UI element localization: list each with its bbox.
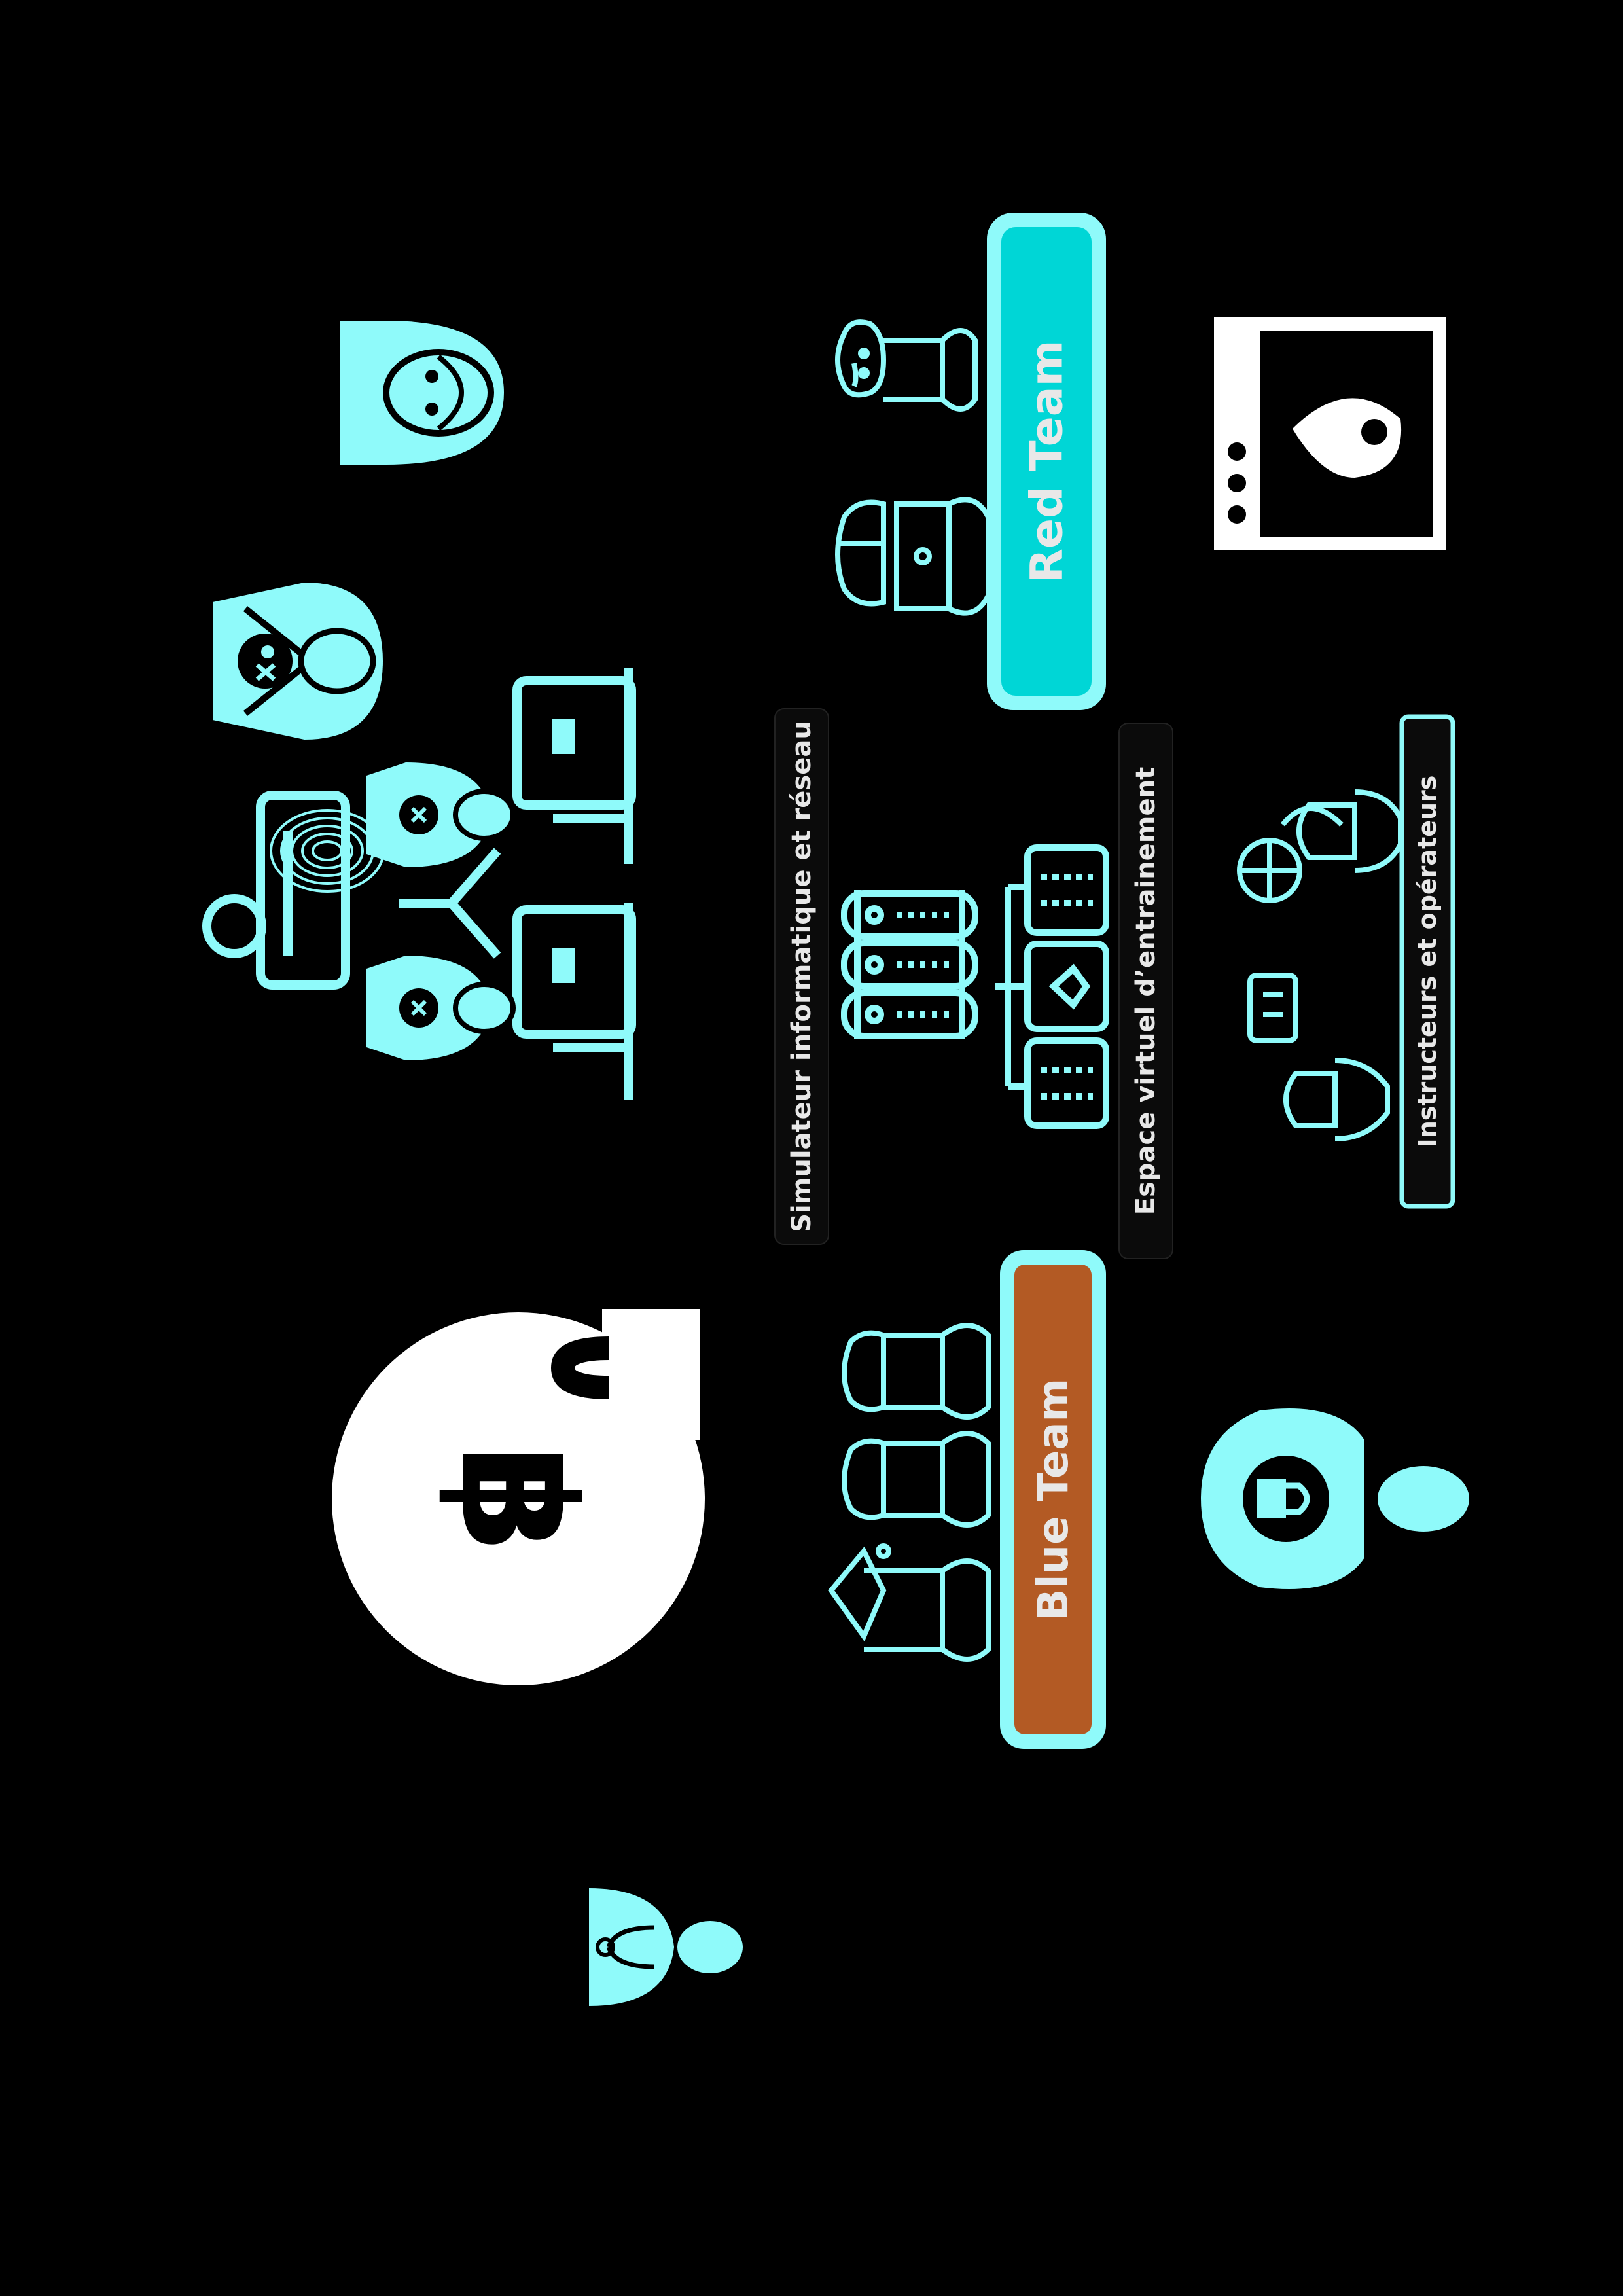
skull-head-icon [213,583,383,740]
blue-team-label: Blue Team [1029,1378,1078,1621]
red-team-label: Red Team [1022,340,1073,583]
cyber-range-diagram: ฿ Red Team Simulateur informatique et ré… [0,0,1623,2296]
instructors-label: Instructeurs et opérateurs [1413,776,1442,1148]
hacker-head-icon [340,321,504,465]
virtual-space-label: Espace virtuel d’entrainement [1131,767,1161,1215]
svg-text:฿: ฿ [425,1444,609,1554]
browser-alert-icon [1214,317,1446,550]
simulator-label: Simulateur informatique et réseau [787,721,817,1232]
